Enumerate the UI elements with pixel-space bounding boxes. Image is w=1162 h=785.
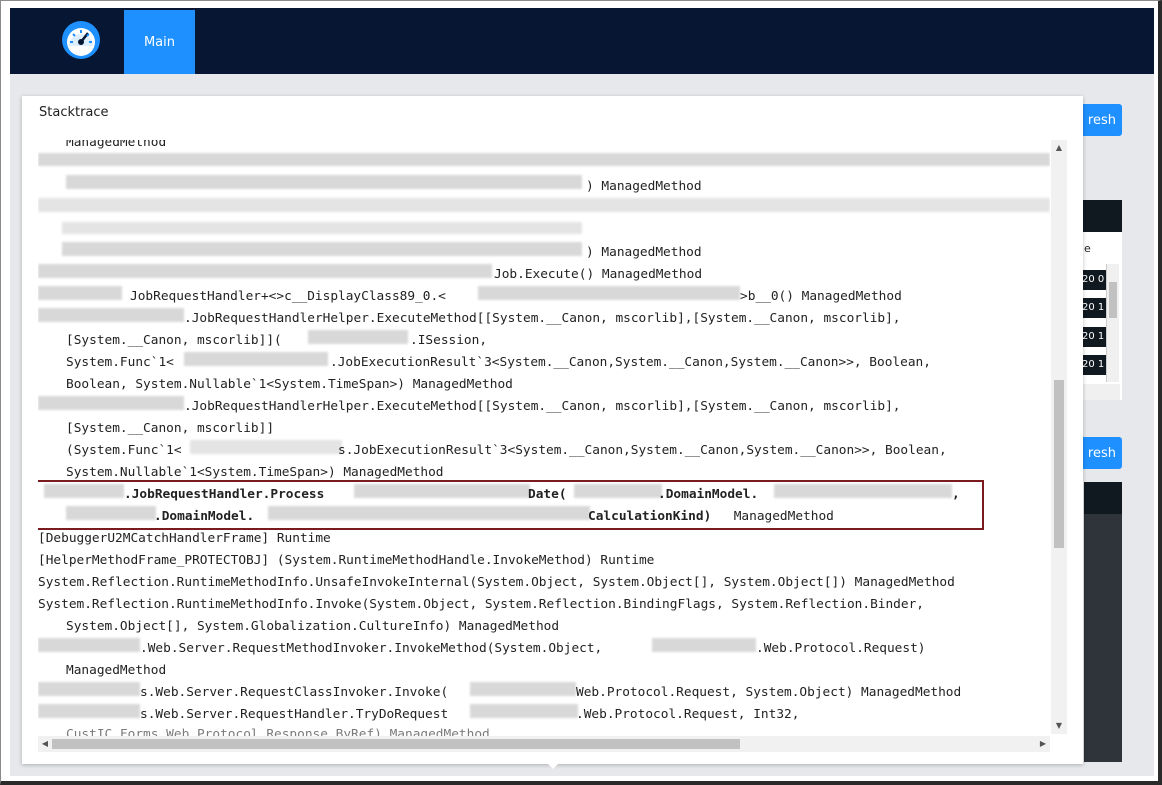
trace-line: JobRequestHandler+<>c__DisplayClass89_0.…: [130, 289, 446, 304]
redacted-text: [38, 638, 140, 652]
redacted-text: [38, 198, 1050, 212]
trace-line: ) ManagedMethod: [586, 179, 702, 194]
background-column-header: e: [1084, 242, 1091, 255]
redacted-text: [38, 286, 122, 300]
scroll-left-arrow-icon[interactable]: ◀: [39, 738, 51, 750]
background-table-scrollbar[interactable]: [1106, 264, 1119, 382]
redacted-text: [38, 682, 140, 696]
redacted-text: [38, 308, 184, 322]
trace-line: Boolean, System.Nullable`1<System.TimeSp…: [66, 377, 513, 392]
redacted-text: [308, 330, 408, 344]
table-row[interactable]: 20 1: [1080, 327, 1108, 347]
refresh-button-2-label: resh: [1087, 445, 1116, 461]
trace-line: .JobRequestHandlerHelper.ExecuteMethod[[…: [184, 399, 901, 414]
stacktrace-content[interactable]: ManagedMethod ) ManagedMethod ) ManagedM…: [38, 140, 1050, 738]
trace-line: System.Reflection.RuntimeMethodInfo.Unsa…: [38, 575, 955, 590]
redacted-text: [184, 352, 328, 366]
tab-main[interactable]: Main: [124, 10, 195, 74]
scroll-right-arrow-icon[interactable]: ▶: [1037, 738, 1049, 750]
speedometer-icon[interactable]: [61, 20, 101, 60]
redacted-text: [66, 175, 582, 189]
trace-line: .ISession,: [410, 333, 488, 348]
background-table-hscrollbar[interactable]: [1080, 384, 1120, 400]
scroll-down-arrow-icon[interactable]: ▼: [1054, 720, 1064, 732]
trace-line: s.JobExecutionResult`3<System.__Canon,Sy…: [338, 443, 947, 458]
background-table-header: [1080, 200, 1122, 232]
scroll-up-arrow-icon[interactable]: ▲: [1054, 142, 1064, 154]
table-row[interactable]: 20 0: [1080, 270, 1108, 290]
scrollbar-thumb[interactable]: [52, 739, 740, 749]
redacted-text: [38, 396, 184, 410]
trace-line: .Web.Server.RequestMethodInvoker.InvokeM…: [140, 641, 603, 656]
redacted-text: [478, 286, 740, 300]
redacted-text: [190, 440, 342, 454]
trace-line: .Web.Protocol.Request, Int32,: [576, 707, 800, 722]
trace-line: Job.Execute() ManagedMethod: [494, 267, 703, 282]
trace-line: [System.__Canon, mscorlib]](: [66, 333, 282, 348]
trace-line: .Web.Protocol.Request): [756, 641, 926, 656]
trace-line: System.Func`1<: [66, 355, 174, 370]
redacted-text: [38, 153, 1050, 166]
background-dark-panel: [1084, 482, 1122, 762]
trace-line: >b__0() ManagedMethod: [740, 289, 902, 304]
redacted-text: [470, 682, 576, 696]
tab-main-label: Main: [143, 34, 176, 50]
table-row[interactable]: 20 1: [1080, 355, 1108, 375]
trace-line: .JobRequestHandlerHelper.ExecuteMethod[[…: [184, 311, 901, 326]
redacted-text: [38, 704, 140, 718]
redacted-text: [62, 222, 582, 234]
redacted-text: [470, 704, 578, 718]
table-row[interactable]: 20 1: [1080, 298, 1108, 318]
modal-title: Stacktrace: [39, 105, 109, 120]
trace-line: (System.Func`1<: [66, 443, 182, 458]
scrollbar-thumb[interactable]: [1109, 282, 1117, 318]
trace-line: s.Web.Server.RequestHandler.TryDoRequest: [140, 707, 449, 722]
trace-line: System.Reflection.RuntimeMethodInfo.Invo…: [38, 597, 925, 612]
redacted-text: [38, 264, 492, 278]
scrollbar-thumb[interactable]: [1054, 380, 1064, 548]
trace-line: System.Object[], System.Globalization.Cu…: [66, 619, 560, 634]
trace-line: [DebuggerU2MCatchHandlerFrame] Runtime: [38, 531, 331, 546]
horizontal-scrollbar[interactable]: ◀ ▶: [38, 736, 1050, 752]
trace-line: Web.Protocol.Request, System.Object) Man…: [576, 685, 962, 700]
modal-caret: [546, 762, 560, 769]
refresh-button-label: resh: [1087, 112, 1116, 128]
vertical-scrollbar[interactable]: ▲ ▼: [1051, 140, 1067, 734]
trace-line: [System.__Canon, mscorlib]]: [66, 421, 275, 436]
trace-line: ) ManagedMethod: [586, 245, 702, 260]
stacktrace-modal: Stacktrace ManagedMethod ) ManagedMethod…: [22, 96, 1083, 764]
trace-line: s.Web.Server.RequestClassInvoker.Invoke(: [140, 685, 449, 700]
top-navbar: Main: [10, 8, 1154, 74]
redacted-text: [62, 242, 582, 256]
trace-line: .JobExecutionResult`3<System.__Canon,Sys…: [330, 355, 931, 370]
trace-line: [HelperMethodFrame_PROTECTOBJ] (System.R…: [38, 553, 655, 568]
trace-line: ManagedMethod: [66, 140, 167, 150]
redacted-text: [652, 638, 756, 652]
trace-line: ManagedMethod: [66, 663, 167, 678]
highlight-box: [38, 480, 984, 530]
background-dark-panel-header: [1084, 482, 1122, 514]
